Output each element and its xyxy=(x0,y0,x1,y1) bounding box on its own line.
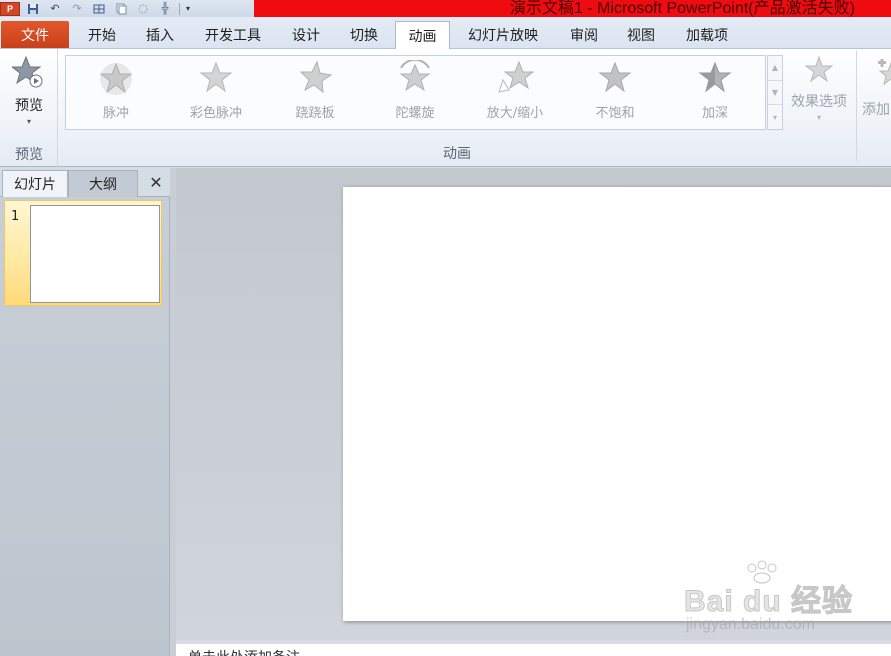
tab-view[interactable]: 视图 xyxy=(617,21,665,49)
tab-review[interactable]: 审阅 xyxy=(560,21,608,49)
effect-options-label: 效果选项 xyxy=(791,94,847,110)
preview-button[interactable]: 预览 ▾ xyxy=(4,55,54,139)
tab-developer[interactable]: 开发工具 xyxy=(194,21,272,49)
title-bar: P ↶ ↷ ╬ ▾ 演示文稿1 - Microsoft PowerPoint(产… xyxy=(0,0,891,17)
powerpoint-app-icon[interactable]: P xyxy=(0,1,20,16)
chevron-down-icon: ▾ xyxy=(816,113,821,122)
animation-group-label: 动画 xyxy=(443,146,471,162)
tab-animations[interactable]: 动画 xyxy=(395,21,450,50)
tab-slideshow[interactable]: 幻灯片放映 xyxy=(458,21,548,49)
gallery-scrollbar[interactable]: ▲ ▼ ▾ xyxy=(767,55,783,130)
notes-pane[interactable]: 单击此处添加备注 xyxy=(176,644,891,656)
scroll-down-icon[interactable]: ▼ xyxy=(768,81,782,106)
tab-addins[interactable]: 加载项 xyxy=(675,21,739,49)
effect-label: 彩色脉冲 xyxy=(189,106,242,121)
effect-label: 不饱和 xyxy=(595,106,635,121)
toolbar-separator xyxy=(179,2,180,15)
redo-icon[interactable]: ↷ xyxy=(66,2,88,16)
shape-icon[interactable] xyxy=(132,2,154,16)
tab-outline[interactable]: 大纲 xyxy=(68,170,138,197)
preview-button-label: 预览 xyxy=(15,98,43,114)
effect-label: 放大/缩小 xyxy=(486,106,544,121)
gallery-expand-icon[interactable]: ▾ xyxy=(768,105,782,129)
ribbon-panel: 预览 ▾ 预览 脉冲 彩色脉冲 跷跷板 陀螺旋 放大/缩小 不饱和 加深 ▲ ▼… xyxy=(0,49,891,167)
effect-color-pulse[interactable]: 彩色脉冲 xyxy=(171,60,261,126)
grow-shrink-star-icon xyxy=(498,60,535,93)
add-animation-label: 添加 xyxy=(862,102,890,118)
preview-group-label: 预览 xyxy=(15,147,43,163)
spin-star-icon xyxy=(399,60,431,92)
watermark-url: jingyan.baidu.com xyxy=(686,616,815,633)
effect-label: 加深 xyxy=(701,106,728,121)
tab-home[interactable]: 开始 xyxy=(78,21,126,49)
scroll-up-icon[interactable]: ▲ xyxy=(768,56,782,81)
group-divider xyxy=(856,51,857,161)
preview-star-icon xyxy=(12,55,43,88)
undo-icon[interactable]: ↶ xyxy=(44,2,66,16)
tab-design[interactable]: 设计 xyxy=(282,21,330,49)
add-animation-icon xyxy=(878,59,891,86)
effect-label: 陀螺旋 xyxy=(395,106,435,121)
effect-spin[interactable]: 陀螺旋 xyxy=(370,60,460,126)
tab-file[interactable]: 文件 xyxy=(1,21,69,48)
desaturate-star-icon xyxy=(598,61,632,93)
watermark-brand: Bai du 经验 xyxy=(683,585,854,619)
effect-label: 跷跷板 xyxy=(295,106,335,121)
slide-number: 1 xyxy=(11,209,20,224)
slide-thumbnail-item[interactable]: 1 xyxy=(4,200,162,306)
effect-options-button[interactable]: 效果选项 ▾ xyxy=(786,55,852,135)
add-animation-button[interactable]: 添加 xyxy=(862,55,891,135)
color-pulse-star-icon xyxy=(199,61,233,93)
slide-thumbnail[interactable] xyxy=(30,205,160,303)
effect-darken[interactable]: 加深 xyxy=(670,60,760,126)
window-title: 演示文稿1 - Microsoft PowerPoint(产品激活失败) xyxy=(510,0,855,17)
animation-gallery: 脉冲 彩色脉冲 跷跷板 陀螺旋 放大/缩小 不饱和 加深 xyxy=(65,55,766,130)
close-icon[interactable]: ✕ xyxy=(146,172,166,192)
panel-tab-strip: 幻灯片 大纲 ✕ xyxy=(0,168,170,197)
save-icon[interactable] xyxy=(22,2,44,16)
effect-label: 脉冲 xyxy=(102,106,129,121)
pulse-star-icon xyxy=(99,62,133,95)
customize-dropdown-icon[interactable]: ▾ xyxy=(183,2,193,16)
darken-star-icon xyxy=(698,61,732,93)
effect-options-star-icon xyxy=(804,55,834,83)
format-painter-icon[interactable]: ╬ xyxy=(154,2,176,16)
tab-slides[interactable]: 幻灯片 xyxy=(2,170,68,197)
quick-access-toolbar: P ↶ ↷ ╬ ▾ xyxy=(0,0,193,17)
table-icon[interactable] xyxy=(88,2,110,16)
effect-grow-shrink[interactable]: 放大/缩小 xyxy=(470,60,560,126)
preview-group: 预览 ▾ 预览 xyxy=(0,49,58,167)
tab-transitions[interactable]: 切换 xyxy=(340,21,388,49)
effect-pulse[interactable]: 脉冲 xyxy=(71,60,161,126)
tab-insert[interactable]: 插入 xyxy=(136,21,184,49)
baidu-watermark: Bai du 经验 jingyan.baidu.com xyxy=(683,560,854,640)
effect-desaturate[interactable]: 不饱和 xyxy=(570,60,660,126)
slide-canvas[interactable] xyxy=(343,187,891,621)
copy-icon[interactable] xyxy=(110,2,132,16)
chevron-down-icon: ▾ xyxy=(26,117,31,126)
effect-teeter[interactable]: 跷跷板 xyxy=(270,60,360,126)
slides-panel: 幻灯片 大纲 ✕ 1 xyxy=(0,168,170,656)
notes-placeholder: 单击此处添加备注 xyxy=(188,647,300,656)
teeter-star-icon xyxy=(299,60,333,94)
ribbon-tab-row: 文件 开始 插入 开发工具 设计 切换 动画 幻灯片放映 审阅 视图 加载项 xyxy=(0,17,891,50)
